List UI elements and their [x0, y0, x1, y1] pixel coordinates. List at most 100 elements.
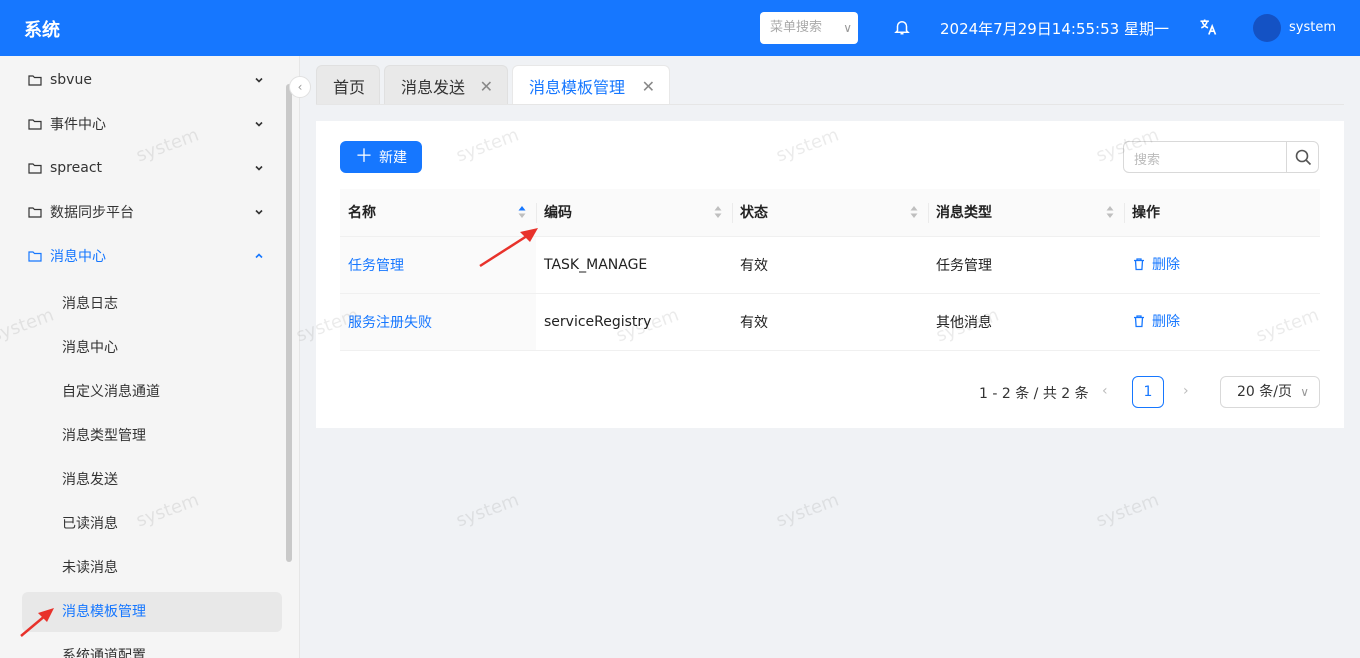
delete-button[interactable]: 删除	[1132, 311, 1180, 331]
cell-actions: 删除	[1124, 293, 1320, 351]
search-placeholder: 搜索	[1134, 153, 1161, 168]
template-name-link[interactable]: 服务注册失败	[348, 315, 432, 331]
prev-page-icon[interactable]: ‹	[1102, 383, 1108, 399]
column-header-type[interactable]: 消息类型	[928, 189, 1124, 237]
column-header-label: 消息类型	[936, 205, 992, 222]
column-header-status[interactable]: 状态	[732, 189, 928, 237]
column-separator	[1124, 203, 1125, 223]
tabs-divider	[316, 104, 1344, 105]
sidebar: sbvue 事件中心 spreact 数据同步平台 消息中心 消息日志 消息中心…	[0, 56, 300, 658]
folder-icon	[28, 75, 42, 86]
sidebar-group-sbvue[interactable]: sbvue	[0, 60, 282, 100]
column-header-label: 操作	[1132, 205, 1160, 222]
template-name-link[interactable]: 任务管理	[348, 258, 404, 274]
current-datetime: 2024年7月29日14:55:53 星期一	[940, 20, 1169, 38]
sidebar-item-read-messages[interactable]: 已读消息	[22, 504, 282, 544]
search-input[interactable]: 搜索	[1123, 141, 1319, 173]
chevron-down-icon	[255, 165, 263, 171]
delete-label: 删除	[1152, 257, 1180, 273]
watermark: system	[453, 489, 522, 532]
column-header-label: 名称	[348, 205, 376, 222]
column-header-actions: 操作	[1124, 189, 1320, 237]
menu-search-select[interactable]: 菜单搜索 ∨	[760, 12, 858, 44]
cell-status: 有效	[732, 293, 928, 351]
sidebar-group-label: 数据同步平台	[50, 205, 134, 221]
delete-button[interactable]: 删除	[1132, 254, 1180, 274]
folder-icon	[28, 207, 42, 218]
sort-icon[interactable]	[1106, 205, 1114, 219]
sidebar-group-label: sbvue	[50, 72, 92, 88]
column-separator	[536, 203, 537, 223]
sidebar-group-label: 消息中心	[50, 249, 106, 265]
sort-icon[interactable]	[910, 205, 918, 219]
chevron-up-icon	[255, 253, 263, 259]
chevron-down-icon: ∨	[843, 21, 852, 35]
sidebar-item-message-send[interactable]: 消息发送	[22, 460, 282, 500]
column-separator	[732, 203, 733, 223]
menu-search-placeholder: 菜单搜索	[770, 20, 823, 35]
tab-bar: 首页 消息发送 ✕ 消息模板管理 ✕	[300, 56, 1360, 105]
content-panel: ＋ 新建 搜索 名称 编码 状态 消息类型 操作 任务管理 TASK_MANAG…	[316, 121, 1344, 428]
search-button[interactable]	[1286, 141, 1318, 173]
trash-icon	[1134, 258, 1144, 271]
tab-label: 消息发送	[401, 77, 466, 97]
sidebar-scrollbar[interactable]	[286, 84, 292, 562]
translate-icon[interactable]	[1198, 17, 1218, 37]
tab-home[interactable]: 首页	[316, 65, 380, 105]
cell-status: 有效	[732, 236, 928, 294]
chevron-down-icon	[255, 77, 263, 83]
search-icon	[1295, 149, 1312, 166]
sidebar-item-unread-messages[interactable]: 未读消息	[22, 548, 282, 588]
page-size-label: 20 条/页	[1237, 384, 1292, 400]
column-separator	[928, 203, 929, 223]
next-page-icon[interactable]: ›	[1183, 383, 1189, 399]
page-size-select[interactable]: 20 条/页 ∨	[1220, 376, 1320, 408]
sidebar-group-spreact[interactable]: spreact	[0, 148, 282, 188]
sidebar-group-event-center[interactable]: 事件中心	[0, 104, 282, 144]
delete-label: 删除	[1152, 314, 1180, 330]
collapse-sidebar-button[interactable]: ‹	[289, 76, 311, 98]
tab-message-send[interactable]: 消息发送 ✕	[384, 65, 508, 105]
trash-icon	[1134, 315, 1144, 328]
annotation-arrow-icon	[20, 608, 54, 637]
bell-icon[interactable]	[893, 18, 911, 36]
sidebar-item-message-center[interactable]: 消息中心	[22, 328, 282, 368]
folder-icon	[28, 163, 42, 174]
app-title: 系统	[24, 20, 60, 41]
cell-name[interactable]: 服务注册失败	[340, 293, 536, 351]
chevron-down-icon	[255, 121, 263, 127]
column-header-code[interactable]: 编码	[536, 189, 732, 237]
pagination-total: 1 - 2 条 / 共 2 条	[979, 386, 1089, 402]
new-button[interactable]: ＋ 新建	[340, 141, 422, 173]
sidebar-group-message-center[interactable]: 消息中心	[0, 236, 282, 276]
close-icon[interactable]: ✕	[642, 77, 655, 96]
watermark: system	[1093, 489, 1162, 532]
cell-type: 其他消息	[928, 293, 1124, 351]
close-icon[interactable]: ✕	[480, 77, 493, 96]
table-row: 服务注册失败 serviceRegistry 有效 其他消息 删除	[340, 293, 1320, 351]
sidebar-item-custom-channel[interactable]: 自定义消息通道	[22, 372, 282, 412]
sidebar-group-data-sync[interactable]: 数据同步平台	[0, 192, 282, 232]
sort-icon[interactable]	[714, 205, 722, 219]
sidebar-item-message-type[interactable]: 消息类型管理	[22, 416, 282, 456]
cell-code: serviceRegistry	[536, 293, 732, 351]
sidebar-item-message-log[interactable]: 消息日志	[22, 284, 282, 324]
cell-type: 任务管理	[928, 236, 1124, 294]
tab-message-template[interactable]: 消息模板管理 ✕	[512, 65, 670, 105]
username[interactable]: system	[1289, 20, 1336, 35]
sort-icon[interactable]	[518, 205, 526, 219]
cell-actions: 删除	[1124, 236, 1320, 294]
top-header: 系统 菜单搜索 ∨ 2024年7月29日14:55:53 星期一 system	[0, 0, 1360, 56]
folder-icon	[28, 251, 42, 262]
page-number-button[interactable]: 1	[1132, 376, 1164, 408]
tab-label: 首页	[333, 77, 366, 97]
chevron-down-icon: ∨	[1300, 385, 1309, 399]
avatar[interactable]	[1253, 14, 1281, 42]
sidebar-group-label: spreact	[50, 160, 103, 176]
sidebar-item-message-template[interactable]: 消息模板管理	[22, 592, 282, 632]
watermark: system	[773, 489, 842, 532]
sidebar-item-system-channel[interactable]: 系统通道配置	[22, 636, 282, 658]
annotation-arrow-icon	[479, 228, 538, 268]
column-header-label: 状态	[740, 205, 768, 222]
column-header-label: 编码	[544, 205, 572, 222]
